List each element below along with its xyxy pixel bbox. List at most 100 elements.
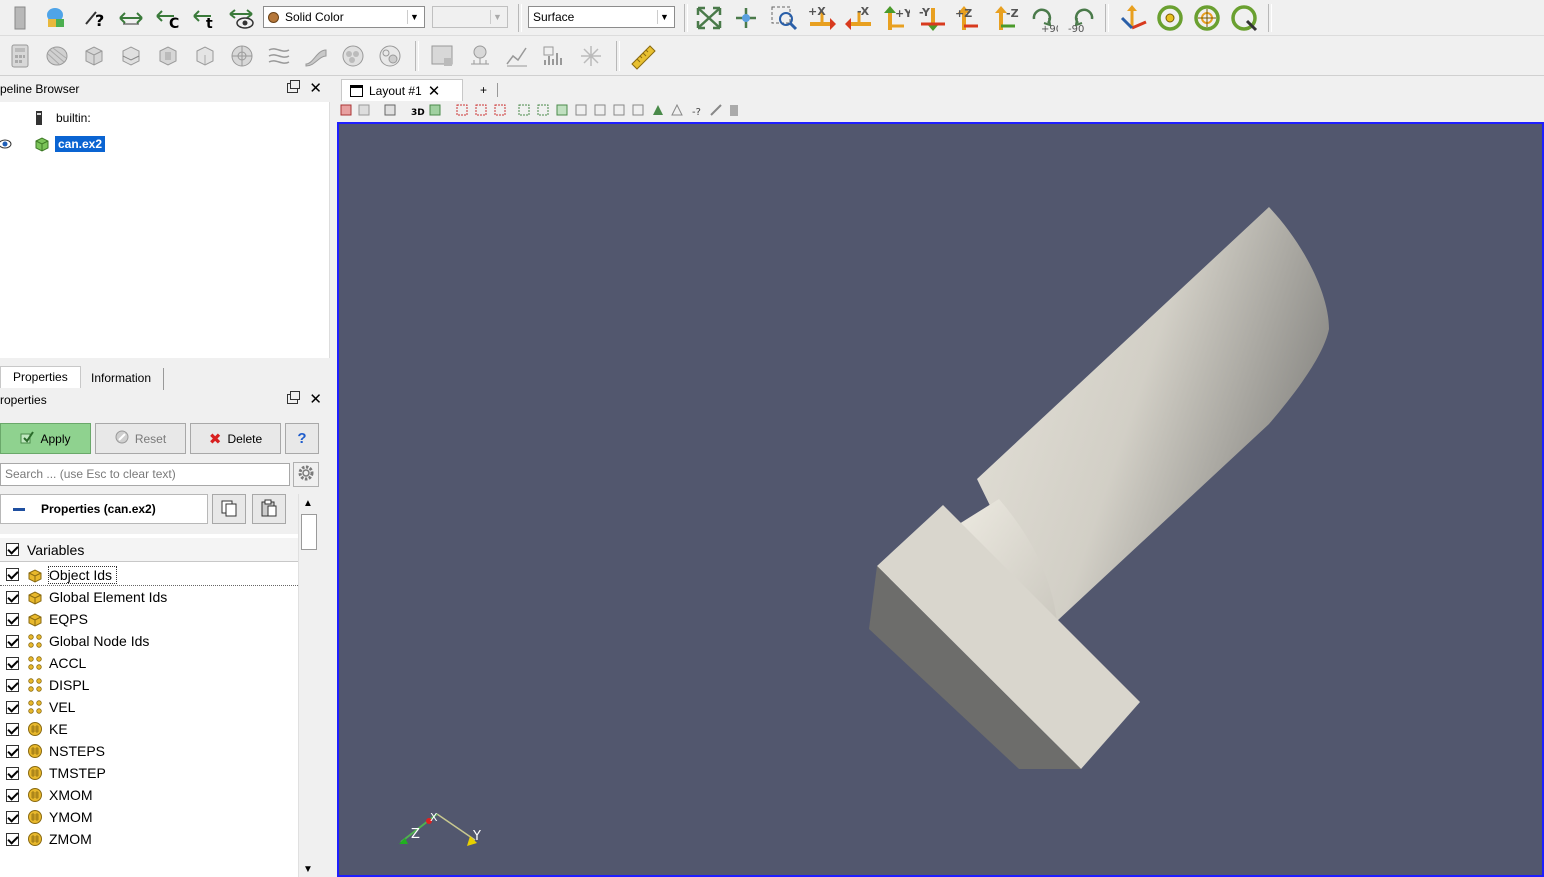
tab-properties[interactable]: Properties [0, 366, 81, 388]
variable-row[interactable]: Global Node Ids [0, 630, 298, 652]
variable-checkbox[interactable] [6, 678, 19, 692]
properties-scrollbar[interactable]: ▲ ▼ [298, 494, 318, 877]
tab-layout-1[interactable]: Layout #1 ✕ [341, 79, 463, 101]
rescale-visible-icon[interactable] [227, 3, 257, 33]
pick-center-icon[interactable] [1192, 3, 1222, 33]
copy-properties-button[interactable] [212, 494, 246, 524]
variable-row[interactable]: Global Element Ids [0, 586, 298, 608]
paste-properties-button[interactable] [252, 494, 286, 524]
variable-checkbox[interactable] [6, 634, 19, 648]
variable-row[interactable]: XMOM [0, 784, 298, 806]
variable-row[interactable]: ACCL [0, 652, 298, 674]
show-center-icon[interactable] [1229, 3, 1259, 33]
variable-checkbox[interactable] [6, 766, 19, 780]
clip-icon[interactable] [79, 41, 109, 71]
search-input[interactable]: Search ... (use Esc to clear text) [0, 463, 290, 486]
set-view-direction-plus-x-icon[interactable]: +X [806, 3, 836, 33]
variable-checkbox[interactable] [6, 568, 19, 581]
zoom-to-data-icon[interactable] [731, 3, 761, 33]
rescale-custom-icon[interactable]: C [153, 3, 183, 33]
extract-subset-icon[interactable] [190, 41, 220, 71]
reset-center-icon[interactable] [1155, 3, 1185, 33]
scalar-bar-icon[interactable] [5, 3, 35, 33]
float-panel-icon[interactable] [287, 391, 300, 404]
scroll-thumb[interactable] [301, 514, 317, 550]
warp-by-vector-icon[interactable] [301, 41, 331, 71]
glyph-icon[interactable] [227, 41, 257, 71]
ruler-icon[interactable] [628, 41, 658, 71]
tab-information[interactable]: Information [79, 368, 165, 390]
rotate-plus-90-icon[interactable]: +90 [1028, 3, 1058, 33]
edit-colormap-icon[interactable] [42, 3, 72, 33]
variable-checkbox[interactable] [6, 590, 19, 604]
apply-button[interactable]: Apply [0, 423, 91, 454]
variable-checkbox[interactable] [6, 722, 19, 736]
set-view-direction-minus-y-icon[interactable]: -Y [917, 3, 947, 33]
collapse-icon[interactable] [13, 507, 25, 511]
properties-section-header[interactable]: Properties (can.ex2) [0, 494, 208, 524]
delete-button[interactable]: ✖ Delete [190, 423, 281, 454]
variable-row[interactable]: NSTEPS [0, 740, 298, 762]
split-view-icons[interactable] [340, 104, 396, 116]
help-button[interactable]: ? [285, 423, 319, 454]
threshold-icon[interactable] [153, 41, 183, 71]
field-data-icon [27, 809, 43, 825]
visibility-eye-icon[interactable] [0, 137, 14, 151]
rescale-data-range-icon[interactable]: ? [80, 3, 110, 33]
set-view-direction-plus-y-icon[interactable]: +Y [880, 3, 910, 33]
probe-location-icon[interactable] [465, 41, 495, 71]
contour-icon[interactable] [42, 41, 72, 71]
close-icon[interactable]: ✕ [309, 78, 322, 100]
variable-row[interactable]: KE [0, 718, 298, 740]
rescale-range-icon[interactable] [116, 3, 146, 33]
close-icon[interactable]: ✕ [309, 389, 322, 411]
variable-row[interactable]: ZMOM [0, 828, 298, 850]
slice-icon[interactable] [116, 41, 146, 71]
advanced-settings-button[interactable] [293, 462, 319, 487]
variable-checkbox[interactable] [6, 788, 19, 802]
show-orientation-axes-icon[interactable] [1118, 3, 1148, 33]
set-view-direction-minus-z-icon[interactable]: -Z [991, 3, 1021, 33]
reset-button[interactable]: Reset [95, 423, 186, 454]
plot-over-line-icon[interactable] [428, 41, 458, 71]
reset-camera-icon[interactable] [694, 3, 724, 33]
variable-row[interactable]: TMSTEP [0, 762, 298, 784]
histogram-icon[interactable] [539, 41, 569, 71]
scroll-up-icon[interactable]: ▲ [303, 498, 313, 509]
render-view[interactable]: X Y Z [337, 122, 1544, 877]
variables-select-all-checkbox[interactable] [6, 543, 19, 556]
can-model[interactable] [869, 207, 1329, 769]
scroll-down-icon[interactable]: ▼ [303, 864, 313, 875]
rescale-temporal-icon[interactable]: t [190, 3, 220, 33]
set-view-direction-minus-x-icon[interactable]: -X [843, 3, 873, 33]
variable-row[interactable]: EQPS [0, 608, 298, 630]
color-by-select[interactable]: Solid Color ▼ [263, 6, 425, 28]
variables-header[interactable]: Variables [0, 538, 298, 562]
variable-checkbox[interactable] [6, 810, 19, 824]
variable-row[interactable]: VEL [0, 696, 298, 718]
plot-data-icon[interactable] [502, 41, 532, 71]
variable-row[interactable]: Object Ids [0, 564, 298, 586]
variable-row[interactable]: YMOM [0, 806, 298, 828]
rotate-minus-90-icon[interactable]: -90 [1066, 3, 1096, 33]
variable-checkbox[interactable] [6, 656, 19, 670]
representation-select[interactable]: Surface ▼ [528, 6, 675, 28]
temporal-interpolator-icon[interactable] [576, 41, 606, 71]
extract-level-icon[interactable] [375, 41, 405, 71]
variable-checkbox[interactable] [6, 744, 19, 758]
stream-tracer-icon[interactable] [264, 41, 294, 71]
close-icon[interactable]: ✕ [428, 82, 441, 100]
set-view-direction-plus-z-icon[interactable]: +Z [954, 3, 984, 33]
group-datasets-icon[interactable] [338, 41, 368, 71]
calculator-icon[interactable] [5, 41, 35, 71]
float-panel-icon[interactable] [287, 80, 300, 93]
selection-tools-icons[interactable]: -? [429, 103, 738, 118]
variable-checkbox[interactable] [6, 612, 19, 626]
zoom-to-box-icon[interactable] [769, 3, 799, 33]
variable-checkbox[interactable] [6, 832, 19, 846]
pipeline-item-builtin[interactable]: builtin: [34, 107, 91, 129]
variable-checkbox[interactable] [6, 700, 19, 714]
add-layout-tab-button[interactable]: + [470, 83, 499, 97]
variable-row[interactable]: DISPL [0, 674, 298, 696]
pipeline-item-can-ex2[interactable]: can.ex2 [0, 133, 107, 155]
